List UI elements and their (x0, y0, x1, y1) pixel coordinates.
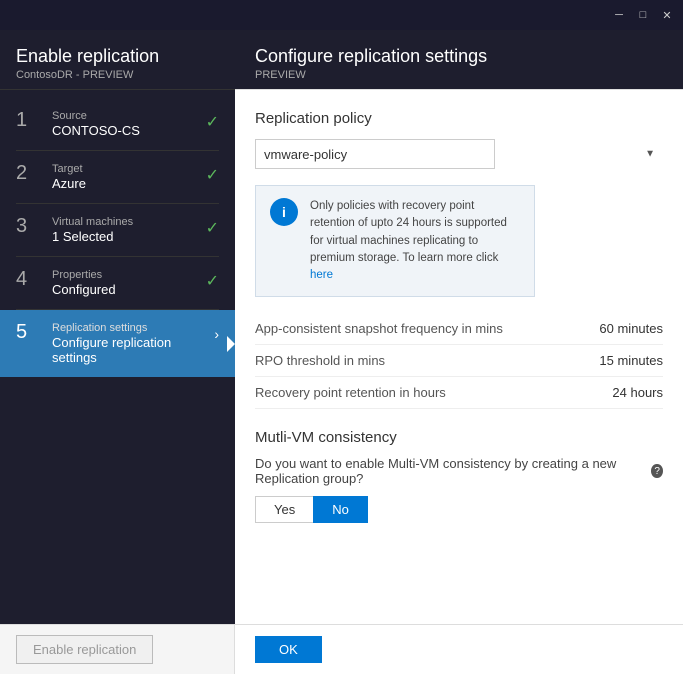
step-3-number: 3 (16, 216, 44, 236)
step-1[interactable]: 1 Source CONTOSO-CS ✓ (0, 98, 235, 150)
steps-list: 1 Source CONTOSO-CS ✓ 2 Target Azure ✓ (0, 90, 235, 624)
policy-dropdown[interactable]: vmware-policy (255, 139, 495, 169)
settings-value-3: 24 hours (612, 385, 663, 400)
settings-value-1: 60 minutes (599, 321, 663, 336)
step-2-value: Azure (52, 176, 206, 191)
left-header: Enable replication ContosoDR - PREVIEW (0, 30, 235, 90)
footer-right: OK (235, 625, 683, 674)
consistency-question-text: Do you want to enable Multi-VM consisten… (255, 456, 647, 486)
settings-value-2: 15 minutes (599, 353, 663, 368)
title-bar: ─ □ ✕ (0, 0, 683, 30)
step-1-number: 1 (16, 110, 44, 130)
help-circle-icon[interactable]: ? (651, 464, 663, 478)
left-panel: Enable replication ContosoDR - PREVIEW 1… (0, 30, 235, 624)
dropdown-arrow-icon: ▼ (645, 149, 655, 160)
step-1-check-icon: ✓ (206, 112, 219, 132)
step-5-chevron-icon: › (214, 326, 219, 342)
step-2-check-icon: ✓ (206, 165, 219, 185)
footer: Enable replication OK (0, 624, 683, 674)
right-header-title: Configure replication settings (255, 46, 663, 67)
settings-label-3: Recovery point retention in hours (255, 385, 446, 400)
step-2[interactable]: 2 Target Azure ✓ (0, 151, 235, 203)
yes-button[interactable]: Yes (255, 496, 313, 523)
yes-no-toggle: Yes No (255, 496, 663, 523)
step-3-value: 1 Selected (52, 229, 206, 244)
info-box-text: Only policies with recovery point retent… (310, 198, 520, 284)
step-4-content: Properties Configured (52, 269, 206, 297)
step-5-value: Configure replication settings (52, 335, 214, 365)
step-3-content: Virtual machines 1 Selected (52, 216, 206, 244)
no-button[interactable]: No (313, 496, 368, 523)
enable-replication-button[interactable]: Enable replication (16, 635, 153, 664)
right-header-subtitle: PREVIEW (255, 69, 663, 81)
step-2-content: Target Azure (52, 163, 206, 191)
step-4-label: Properties (52, 269, 206, 281)
settings-label-2: RPO threshold in mins (255, 353, 385, 368)
settings-row-3: Recovery point retention in hours 24 hou… (255, 377, 663, 409)
consistency-question: Do you want to enable Multi-VM consisten… (255, 456, 663, 486)
right-panel: Configure replication settings PREVIEW R… (235, 30, 683, 624)
step-4-check-icon: ✓ (206, 271, 219, 291)
ok-button[interactable]: OK (255, 636, 322, 663)
step-5[interactable]: 5 Replication settings Configure replica… (0, 310, 235, 377)
step-4[interactable]: 4 Properties Configured ✓ (0, 257, 235, 309)
info-box: i Only policies with recovery point rete… (255, 185, 535, 297)
step-5-label: Replication settings (52, 322, 214, 334)
left-header-subtitle: ContosoDR - PREVIEW (16, 69, 219, 81)
settings-label-1: App-consistent snapshot frequency in min… (255, 321, 503, 336)
multi-vm-title: Mutli-VM consistency (255, 429, 663, 446)
minimize-button[interactable]: ─ (611, 9, 627, 22)
footer-left: Enable replication (0, 625, 235, 674)
right-header: Configure replication settings PREVIEW (235, 30, 683, 90)
step-3-check-icon: ✓ (206, 218, 219, 238)
settings-table: App-consistent snapshot frequency in min… (255, 313, 663, 409)
step-3[interactable]: 3 Virtual machines 1 Selected ✓ (0, 204, 235, 256)
step-2-number: 2 (16, 163, 44, 183)
step-1-content: Source CONTOSO-CS (52, 110, 206, 138)
replication-policy-title: Replication policy (255, 110, 663, 127)
main-window: ─ □ ✕ Enable replication ContosoDR - PRE… (0, 0, 683, 674)
settings-row-2: RPO threshold in mins 15 minutes (255, 345, 663, 377)
step-3-label: Virtual machines (52, 216, 206, 228)
step-1-value: CONTOSO-CS (52, 123, 206, 138)
step-4-number: 4 (16, 269, 44, 289)
settings-row-1: App-consistent snapshot frequency in min… (255, 313, 663, 345)
close-button[interactable]: ✕ (659, 9, 675, 22)
step-1-label: Source (52, 110, 206, 122)
policy-dropdown-wrapper: vmware-policy ▼ (255, 139, 663, 169)
left-header-title: Enable replication (16, 46, 219, 67)
maximize-button[interactable]: □ (635, 9, 651, 22)
step-4-value: Configured (52, 282, 206, 297)
info-circle-icon: i (270, 198, 298, 226)
main-layout: Enable replication ContosoDR - PREVIEW 1… (0, 30, 683, 624)
title-bar-controls: ─ □ ✕ (611, 9, 675, 22)
right-content: Replication policy vmware-policy ▼ i Onl… (235, 90, 683, 624)
step-5-number: 5 (16, 322, 44, 342)
step-2-label: Target (52, 163, 206, 175)
info-link[interactable]: here (310, 269, 333, 281)
step-5-content: Replication settings Configure replicati… (52, 322, 214, 365)
